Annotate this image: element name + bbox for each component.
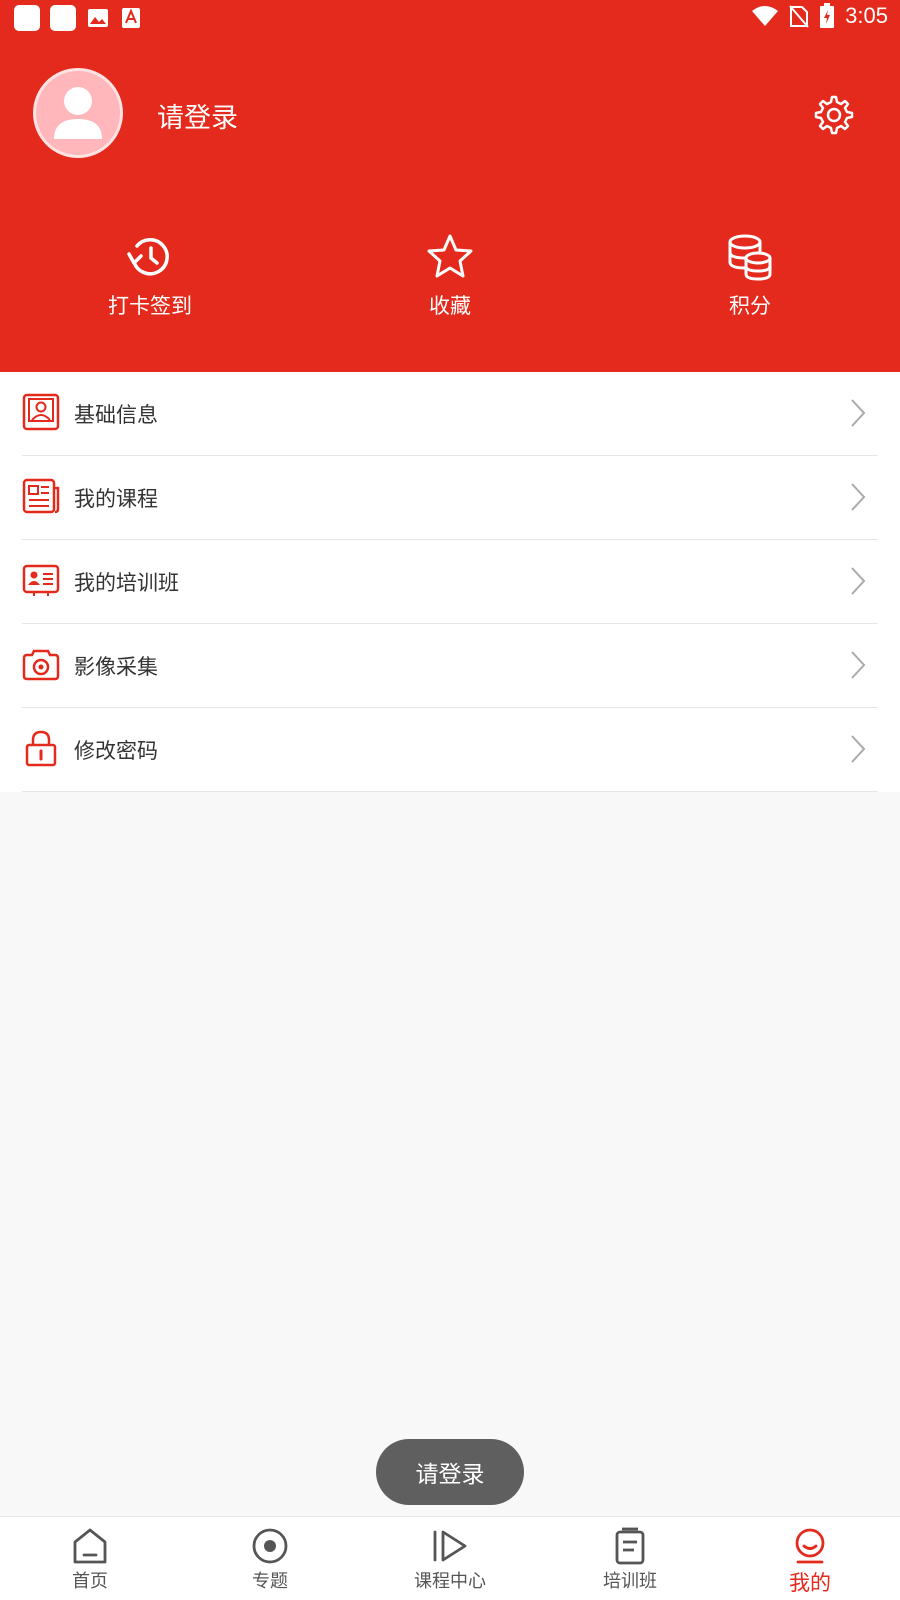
chevron-right-icon [851,651,866,679]
gear-icon[interactable] [810,93,854,137]
chevron-right-icon [851,735,866,763]
tab-training-class[interactable]: 培训班 [570,1527,690,1593]
history-clock-icon [127,238,169,276]
notification-icons [14,5,142,31]
coins-stack-icon [728,234,772,281]
camera-icon [22,649,60,681]
topic-circle-icon [252,1528,288,1564]
checkin-button[interactable]: 打卡签到 [50,232,250,320]
points-button[interactable]: 积分 [650,232,850,320]
tab-label: 首页 [72,1571,108,1592]
chevron-right-icon [851,399,866,427]
document-icon [615,1527,645,1565]
tab-label: 课程中心 [414,1571,486,1592]
text-a-icon [122,8,140,28]
lock-icon [25,730,57,767]
menu-item-basic-info[interactable]: 基础信息 [22,372,878,456]
login-toast: 请登录 [376,1439,524,1505]
tab-mine[interactable]: 我的 [750,1527,870,1597]
tab-label: 培训班 [603,1571,657,1592]
menu-item-image-capture[interactable]: 影像采集 [22,624,878,708]
profile-card-icon [22,393,60,431]
quick-action-label: 打卡签到 [108,294,192,318]
tab-label: 我的 [789,1571,831,1595]
wifi-icon [752,6,779,26]
home-icon [73,1528,107,1564]
menu-label: 影像采集 [74,655,158,679]
menu-label: 我的培训班 [74,571,179,595]
menu-item-my-courses[interactable]: 我的课程 [22,456,878,540]
menu-list: 基础信息 我的课程 我的培训班 影像采集 修改密码 [0,372,900,792]
tab-home[interactable]: 首页 [30,1527,150,1593]
play-icon [433,1530,467,1562]
user-silhouette-icon [54,87,102,139]
status-bar: 3:05 [0,0,900,36]
menu-item-change-password[interactable]: 修改密码 [22,708,878,792]
favorites-button[interactable]: 收藏 [350,232,550,320]
quick-action-label: 积分 [729,294,771,318]
chevron-right-icon [851,483,866,511]
no-sim-icon [789,5,809,28]
menu-label: 修改密码 [74,739,158,763]
user-face-icon [795,1528,825,1564]
star-icon [427,234,473,278]
profile-header: 3:05 请登录 打卡签到 收藏 积分 [0,0,900,372]
menu-label: 我的课程 [74,487,158,511]
quick-action-label: 收藏 [429,294,471,318]
bottom-tab-bar: 首页 专题 课程中心 培训班 我的 [0,1516,900,1600]
clock-time: 3:05 [845,3,888,28]
menu-item-my-training-class[interactable]: 我的培训班 [22,540,878,624]
image-icon [88,9,108,27]
tab-course-center[interactable]: 课程中心 [390,1527,510,1593]
menu-label: 基础信息 [74,403,158,427]
tab-topics[interactable]: 专题 [210,1527,330,1593]
newspaper-icon [22,478,60,514]
app-notification-icon [50,5,76,31]
login-prompt[interactable]: 请登录 [157,96,238,135]
app-notification-icon [14,5,40,31]
avatar[interactable] [33,68,123,158]
id-card-icon [22,564,60,596]
tab-label: 专题 [252,1571,288,1592]
chevron-right-icon [851,567,866,595]
battery-charging-icon [820,3,835,28]
